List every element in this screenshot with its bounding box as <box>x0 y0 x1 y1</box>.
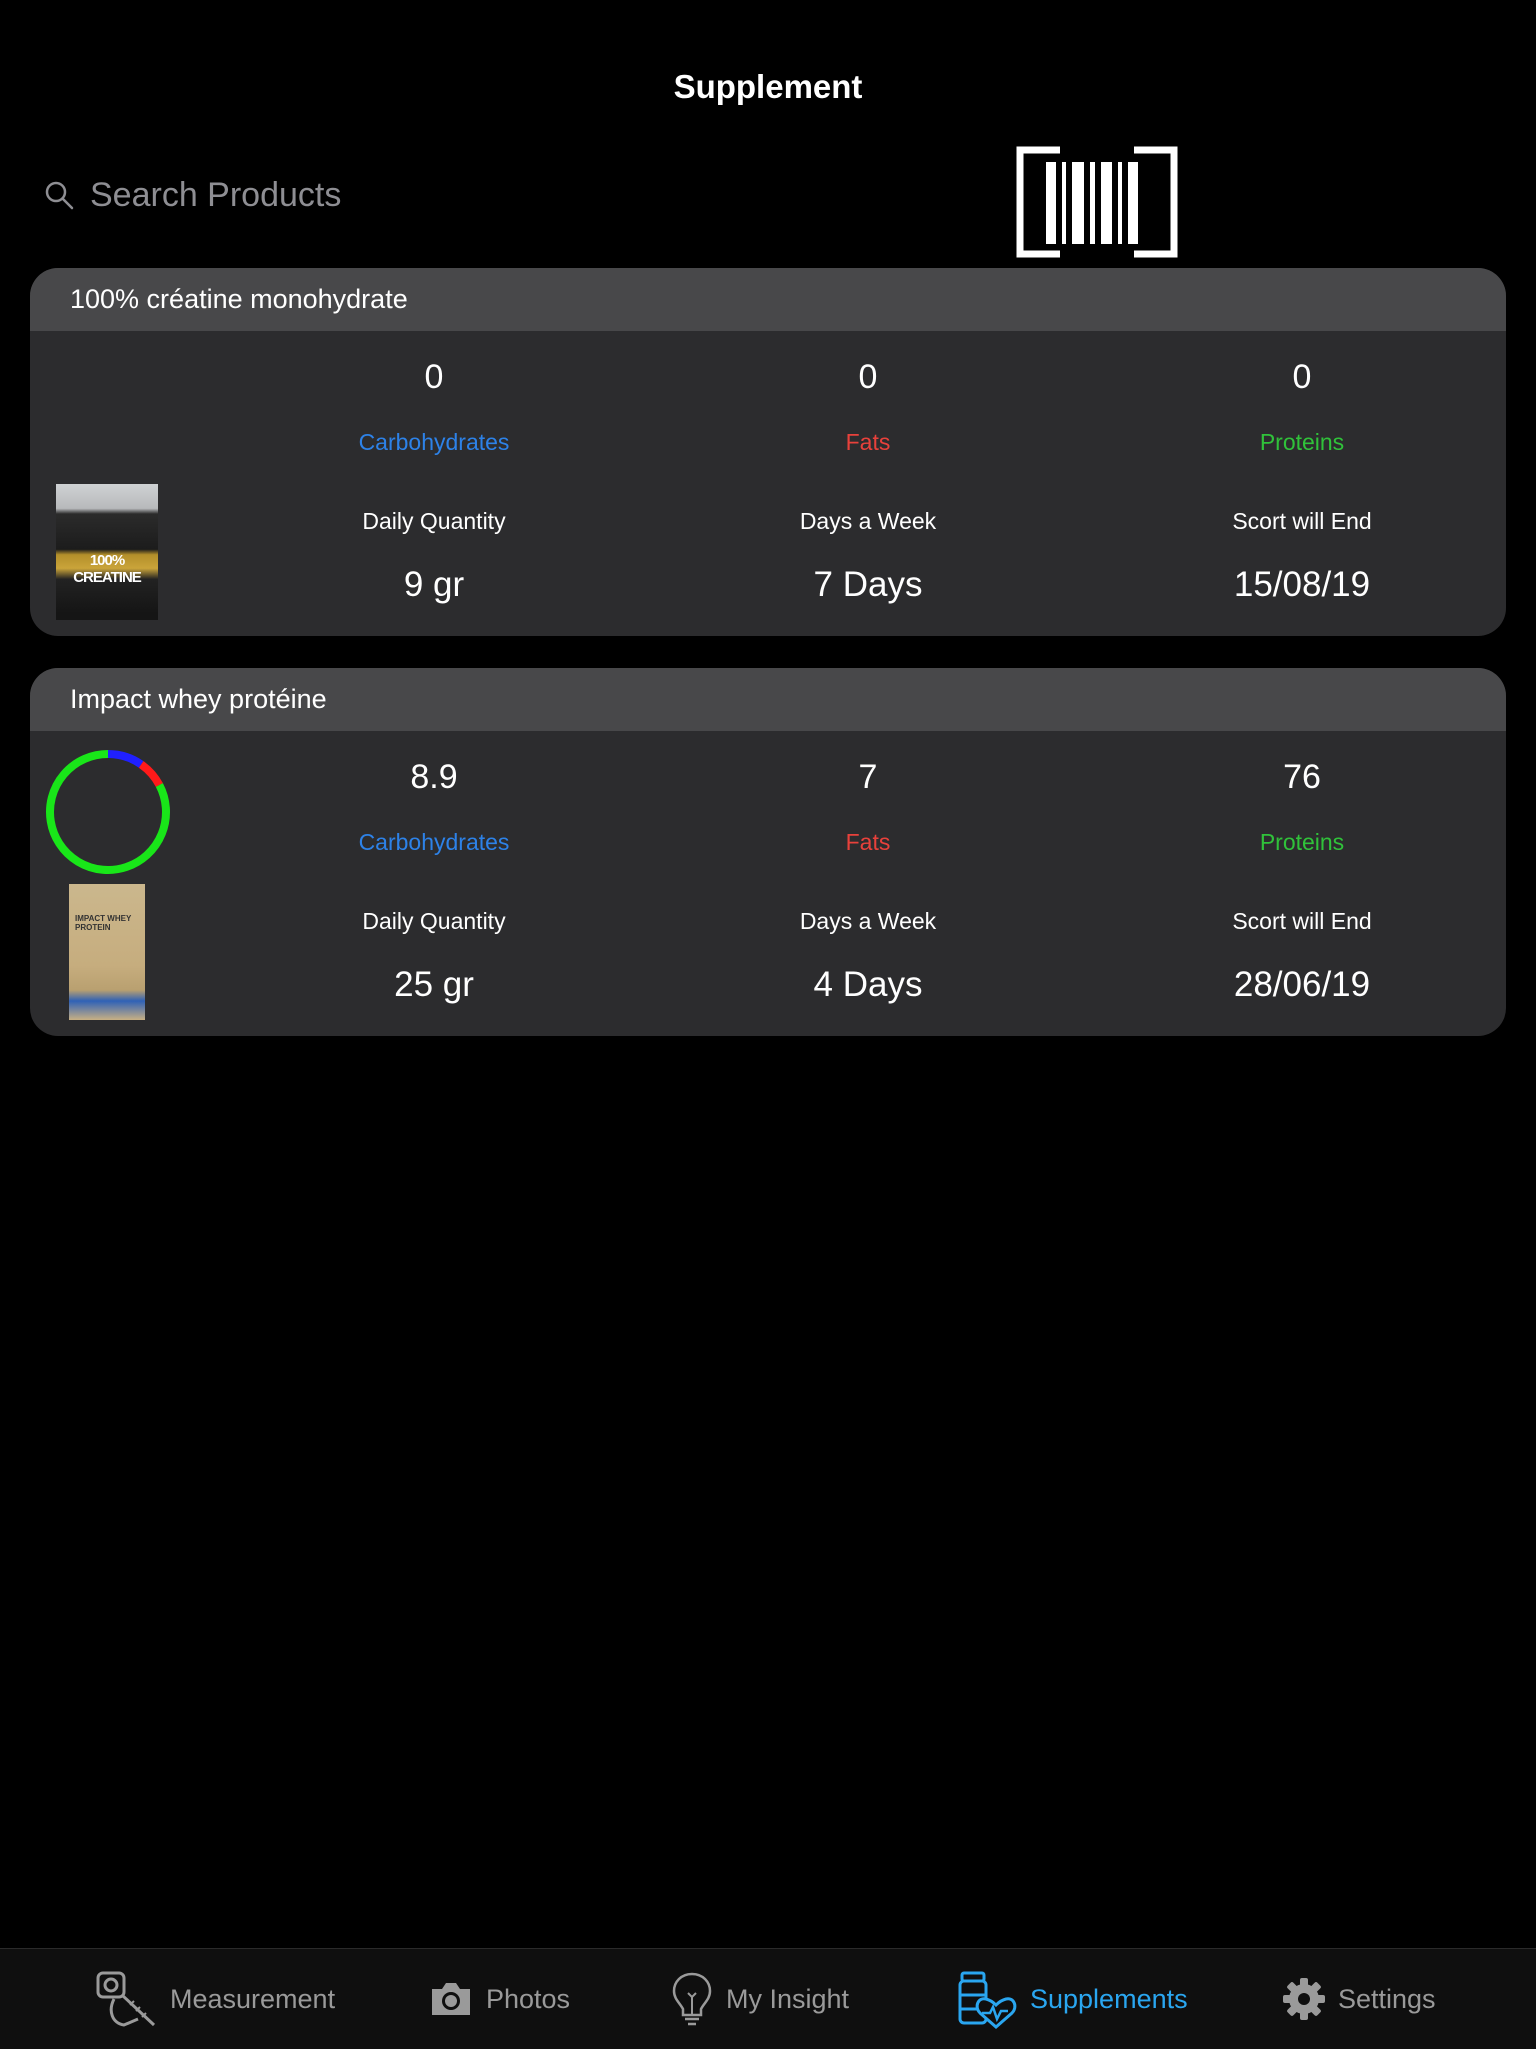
gear-icon <box>1283 1978 1325 2020</box>
tab-settings-label: Settings <box>1338 1983 1436 2014</box>
fats-label: Fats <box>845 829 891 855</box>
daily-quantity-value: 25 gr <box>394 965 474 1004</box>
end-date-value: 28/06/19 <box>1233 965 1371 1004</box>
end-date-label: Scort will End <box>1232 508 1372 534</box>
supplement-card[interactable]: Impact whey protéine 8.9 7 76 Carbohydra… <box>30 668 1506 1036</box>
tab-measurement[interactable]: Measurement <box>94 1969 335 2029</box>
supplement-card[interactable]: 100% créatine monohydrate 0 0 0 Carbohyd… <box>30 268 1506 636</box>
proteins-label: Proteins <box>1259 829 1345 855</box>
carbohydrates-label: Carbohydrates <box>358 829 510 855</box>
tab-bar: Measurement Photos My Insight Supplement… <box>0 1948 1536 2049</box>
tab-photos[interactable]: Photos <box>428 1969 570 2029</box>
macro-ring-chart <box>46 750 170 874</box>
tab-settings[interactable]: Settings <box>1282 1969 1436 2029</box>
tab-my-insight-label: My Insight <box>726 1983 850 2014</box>
proteins-value: 0 <box>1292 358 1312 396</box>
ring-segment-fats <box>138 761 163 788</box>
tape-measure-icon <box>96 1971 156 2027</box>
end-date-label: Scort will End <box>1232 908 1372 934</box>
days-a-week-value: 7 Days <box>813 565 923 604</box>
proteins-value: 76 <box>1283 758 1321 796</box>
days-a-week-label: Days a Week <box>799 908 937 934</box>
barcode-icon[interactable] <box>1016 146 1178 260</box>
proteins-label: Proteins <box>1259 429 1345 455</box>
lightbulb-icon <box>672 1972 712 2026</box>
product-name: 100% créatine monohydrate <box>30 268 1506 331</box>
product-image-text: 100% CREATINE <box>73 552 142 586</box>
end-date-value: 15/08/19 <box>1233 565 1371 604</box>
product-image-text: IMPACT WHEY PROTEIN <box>75 914 132 932</box>
product-name: Impact whey protéine <box>30 668 1506 731</box>
daily-quantity-label: Daily Quantity <box>362 908 506 934</box>
fats-label: Fats <box>845 429 891 455</box>
fats-value: 7 <box>858 758 878 796</box>
days-a-week-label: Days a Week <box>799 508 937 534</box>
product-image: 100% CREATINE <box>56 484 158 620</box>
tab-measurement-label: Measurement <box>170 1983 336 2014</box>
search-bar[interactable] <box>44 170 744 220</box>
fats-value: 0 <box>858 358 878 396</box>
carbohydrates-value: 0 <box>424 358 444 396</box>
carbohydrates-value: 8.9 <box>410 758 458 796</box>
carbohydrates-label: Carbohydrates <box>358 429 510 455</box>
product-image: IMPACT WHEY PROTEIN <box>69 884 145 1020</box>
supplement-bottles-heart-icon <box>958 1971 1017 2029</box>
tab-supplements-label: Supplements <box>1030 1983 1188 2014</box>
days-a-week-value: 4 Days <box>813 965 923 1004</box>
page-title: Supplement <box>673 68 863 105</box>
daily-quantity-value: 9 gr <box>403 565 465 604</box>
camera-icon <box>432 1983 470 2015</box>
search-icon <box>45 181 74 210</box>
tab-photos-label: Photos <box>486 1983 571 2014</box>
ring-segment-carbohydrates <box>107 750 144 768</box>
tab-my-insight[interactable]: My Insight <box>670 1969 849 2029</box>
tab-supplements[interactable]: Supplements <box>956 1969 1188 2029</box>
daily-quantity-label: Daily Quantity <box>362 508 506 534</box>
search-input[interactable] <box>90 175 690 215</box>
